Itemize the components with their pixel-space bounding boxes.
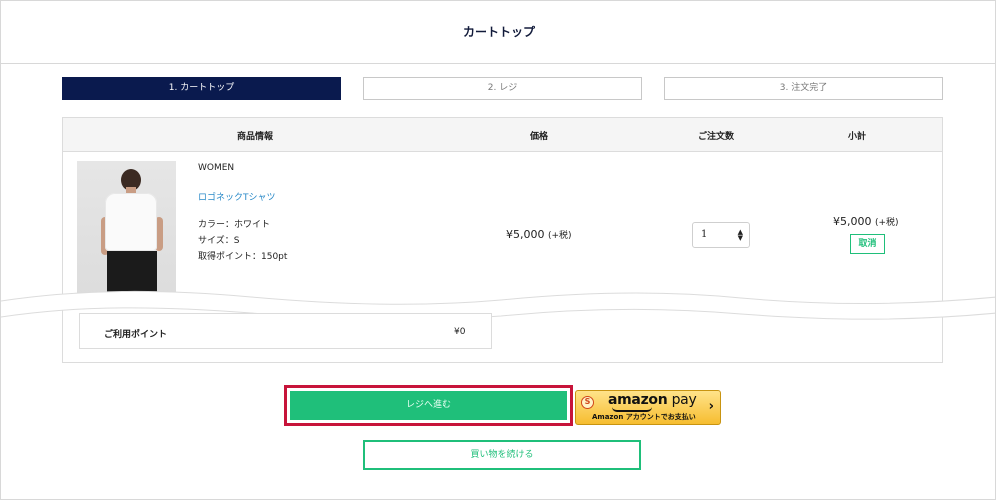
amazon-pay-button[interactable]: S amazon pay Amazon アカウントでお支払い › [575, 390, 721, 425]
quantity-value: 1 [701, 229, 708, 240]
cancel-item-button[interactable]: 取消 [850, 234, 885, 254]
product-size: サイズ：S [198, 236, 240, 246]
product-color: カラー：ホワイト [198, 220, 271, 230]
select-arrows-icon: ▲ ▼ [737, 228, 743, 242]
subtotal-value: ¥5,000 [833, 215, 872, 228]
chevron-right-icon: › [708, 399, 714, 414]
step-checkout: 2. レジ [363, 77, 642, 100]
page-frame: カートトップ 1. カートトップ 2. レジ 3. 注文完了 商品情報 価格 ご… [0, 0, 996, 500]
unit-price-tax: (+税) [548, 231, 572, 241]
unit-price-value: ¥5,000 [506, 228, 545, 241]
product-image[interactable] [77, 161, 176, 301]
step-cart-top: 1. カートトップ [62, 77, 341, 100]
product-brand: WOMEN [198, 163, 235, 173]
amazon-pay-subtitle: Amazon アカウントでお支払い [592, 413, 696, 421]
points-used-row: ご利用ポイント ¥0 [79, 313, 492, 349]
amazon-pay-logo: amazon pay [608, 392, 697, 408]
step-order-complete: 3. 注文完了 [664, 77, 943, 100]
page-title: カートトップ [462, 25, 535, 39]
points-used-value: ¥0 [454, 327, 466, 337]
cart-table-header: 商品情報 価格 ご注文数 小計 [63, 118, 942, 152]
subtotal-price: ¥5,000 (+税) [833, 215, 899, 228]
points-used-label: ご利用ポイント [104, 330, 168, 340]
column-header-product: 商品情報 [236, 132, 274, 142]
page-header: カートトップ [1, 1, 995, 64]
subtotal-tax: (+税) [875, 218, 899, 228]
proceed-to-checkout-button[interactable]: レジへ進む [290, 391, 567, 420]
amazon-coin-icon: S [581, 396, 594, 409]
product-points: 取得ポイント：150pt [198, 252, 288, 262]
column-header-subtotal: 小計 [847, 132, 867, 142]
product-name-link[interactable]: ロゴネックTシャツ [198, 190, 276, 203]
column-header-price: 価格 [529, 132, 549, 142]
continue-shopping-button[interactable]: 買い物を続ける [363, 440, 641, 470]
quantity-select[interactable]: 1 ▲ ▼ [692, 222, 750, 248]
checkout-highlight: レジへ進む [284, 385, 573, 426]
column-header-quantity: ご注文数 [697, 132, 735, 142]
unit-price: ¥5,000 (+税) [506, 228, 572, 241]
